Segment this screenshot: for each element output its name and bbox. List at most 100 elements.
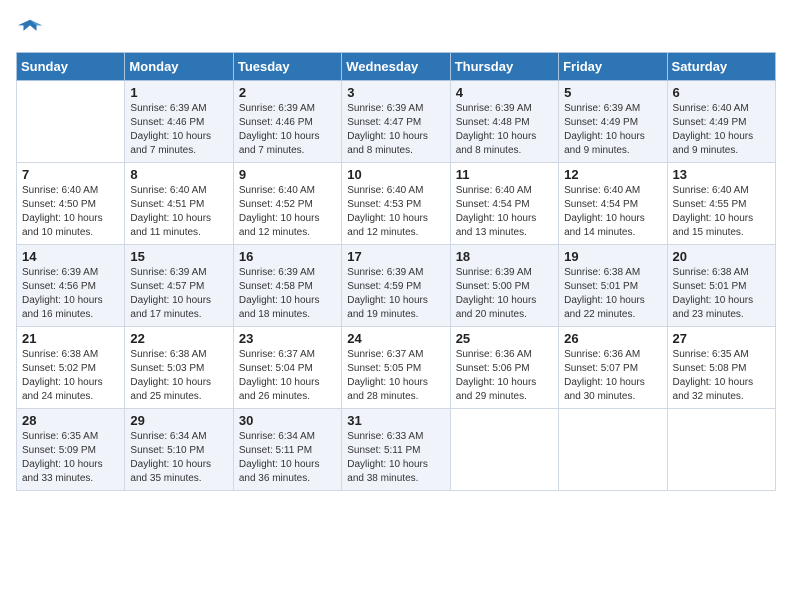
day-number: 31 [347, 413, 444, 428]
calendar-cell: 30 Sunrise: 6:34 AMSunset: 5:11 PMDayligh… [233, 409, 341, 491]
weekday-header-saturday: Saturday [667, 53, 775, 81]
day-info: Sunrise: 6:39 AMSunset: 4:58 PMDaylight:… [239, 266, 336, 322]
calendar-cell: 29Sunrise: 6:34 AMSunset: 5:10 PMDayligh… [125, 409, 233, 491]
calendar-cell: 18 Sunrise: 6:39 AMSunset: 5:00 PMDayligh… [450, 245, 558, 327]
weekday-header-thursday: Thursday [450, 53, 558, 81]
day-number: 5 [564, 85, 661, 100]
day-number: 26 [564, 331, 661, 346]
calendar-cell [450, 409, 558, 491]
calendar-cell: 24 Sunrise: 6:37 AMSunset: 5:05 PMDayligh… [342, 327, 450, 409]
weekday-header-tuesday: Tuesday [233, 53, 341, 81]
day-info: Sunrise: 6:39 AMSunset: 4:49 PMDaylight:… [564, 102, 661, 158]
day-number: 25 [456, 331, 553, 346]
day-info: Sunrise: 6:38 AMSunset: 5:01 PMDaylight:… [673, 266, 770, 322]
day-number: 11 [456, 167, 553, 182]
calendar-cell: 28 Sunrise: 6:35 AMSunset: 5:09 PMDayligh… [17, 409, 125, 491]
calendar-cell: 26 Sunrise: 6:36 AMSunset: 5:07 PMDayligh… [559, 327, 667, 409]
calendar-cell: 16 Sunrise: 6:39 AMSunset: 4:58 PMDayligh… [233, 245, 341, 327]
calendar-cell: 1 Sunrise: 6:39 AMSunset: 4:46 PMDaylight… [125, 81, 233, 163]
day-number: 1 [130, 85, 227, 100]
day-number: 6 [673, 85, 770, 100]
calendar-cell: 4Sunrise: 6:39 AMSunset: 4:48 PMDaylight… [450, 81, 558, 163]
calendar-cell: 21Sunrise: 6:38 AMSunset: 5:02 PMDayligh… [17, 327, 125, 409]
calendar-cell: 15 Sunrise: 6:39 AMSunset: 4:57 PMDayligh… [125, 245, 233, 327]
calendar-cell [667, 409, 775, 491]
calendar-cell: 23 Sunrise: 6:37 AMSunset: 5:04 PMDayligh… [233, 327, 341, 409]
weekday-header-friday: Friday [559, 53, 667, 81]
day-number: 20 [673, 249, 770, 264]
day-number: 23 [239, 331, 336, 346]
week-row-5: 28 Sunrise: 6:35 AMSunset: 5:09 PMDayligh… [17, 409, 776, 491]
day-info: Sunrise: 6:40 AMSunset: 4:51 PMDaylight:… [130, 184, 227, 240]
day-info: Sunrise: 6:39 AMSunset: 4:47 PMDaylight:… [347, 102, 444, 158]
day-info: Sunrise: 6:38 AMSunset: 5:03 PMDaylight:… [130, 348, 227, 404]
day-info: Sunrise: 6:39 AMSunset: 4:46 PMDaylight:… [239, 102, 336, 158]
day-info: Sunrise: 6:39 AMSunset: 4:46 PMDaylight:… [130, 102, 227, 158]
calendar-body: 1 Sunrise: 6:39 AMSunset: 4:46 PMDaylight… [17, 81, 776, 491]
day-info: Sunrise: 6:39 AMSunset: 4:57 PMDaylight:… [130, 266, 227, 322]
calendar-cell: 10Sunrise: 6:40 AMSunset: 4:53 PMDayligh… [342, 163, 450, 245]
calendar-cell: 6 Sunrise: 6:40 AMSunset: 4:49 PMDaylight… [667, 81, 775, 163]
day-info: Sunrise: 6:40 AMSunset: 4:54 PMDaylight:… [564, 184, 661, 240]
day-info: Sunrise: 6:33 AMSunset: 5:11 PMDaylight:… [347, 430, 444, 486]
day-info: Sunrise: 6:34 AMSunset: 5:11 PMDaylight:… [239, 430, 336, 486]
calendar-cell: 22 Sunrise: 6:38 AMSunset: 5:03 PMDayligh… [125, 327, 233, 409]
page-header [16, 16, 776, 44]
week-row-3: 14 Sunrise: 6:39 AMSunset: 4:56 PMDayligh… [17, 245, 776, 327]
calendar-header: SundayMondayTuesdayWednesdayThursdayFrid… [17, 53, 776, 81]
day-number: 30 [239, 413, 336, 428]
day-info: Sunrise: 6:36 AMSunset: 5:06 PMDaylight:… [456, 348, 553, 404]
calendar-cell: 5 Sunrise: 6:39 AMSunset: 4:49 PMDaylight… [559, 81, 667, 163]
day-info: Sunrise: 6:40 AMSunset: 4:49 PMDaylight:… [673, 102, 770, 158]
day-info: Sunrise: 6:37 AMSunset: 5:04 PMDaylight:… [239, 348, 336, 404]
calendar-cell: 3 Sunrise: 6:39 AMSunset: 4:47 PMDaylight… [342, 81, 450, 163]
day-number: 7 [22, 167, 119, 182]
day-info: Sunrise: 6:40 AMSunset: 4:53 PMDaylight:… [347, 184, 444, 240]
calendar-cell: 12Sunrise: 6:40 AMSunset: 4:54 PMDayligh… [559, 163, 667, 245]
day-info: Sunrise: 6:39 AMSunset: 5:00 PMDaylight:… [456, 266, 553, 322]
day-info: Sunrise: 6:35 AMSunset: 5:09 PMDaylight:… [22, 430, 119, 486]
day-info: Sunrise: 6:34 AMSunset: 5:10 PMDaylight:… [130, 430, 227, 486]
day-number: 21 [22, 331, 119, 346]
day-info: Sunrise: 6:40 AMSunset: 4:55 PMDaylight:… [673, 184, 770, 240]
day-number: 14 [22, 249, 119, 264]
week-row-2: 7 Sunrise: 6:40 AMSunset: 4:50 PMDaylight… [17, 163, 776, 245]
calendar-cell: 7 Sunrise: 6:40 AMSunset: 4:50 PMDaylight… [17, 163, 125, 245]
calendar-cell: 8 Sunrise: 6:40 AMSunset: 4:51 PMDaylight… [125, 163, 233, 245]
day-number: 16 [239, 249, 336, 264]
week-row-4: 21Sunrise: 6:38 AMSunset: 5:02 PMDayligh… [17, 327, 776, 409]
day-number: 13 [673, 167, 770, 182]
day-number: 22 [130, 331, 227, 346]
calendar-cell: 13 Sunrise: 6:40 AMSunset: 4:55 PMDayligh… [667, 163, 775, 245]
day-info: Sunrise: 6:35 AMSunset: 5:08 PMDaylight:… [673, 348, 770, 404]
calendar-cell [17, 81, 125, 163]
day-number: 28 [22, 413, 119, 428]
calendar-cell: 11 Sunrise: 6:40 AMSunset: 4:54 PMDayligh… [450, 163, 558, 245]
day-number: 15 [130, 249, 227, 264]
day-number: 3 [347, 85, 444, 100]
day-info: Sunrise: 6:39 AMSunset: 4:59 PMDaylight:… [347, 266, 444, 322]
day-number: 18 [456, 249, 553, 264]
calendar-cell: 31 Sunrise: 6:33 AMSunset: 5:11 PMDayligh… [342, 409, 450, 491]
calendar-cell: 25 Sunrise: 6:36 AMSunset: 5:06 PMDayligh… [450, 327, 558, 409]
day-info: Sunrise: 6:40 AMSunset: 4:54 PMDaylight:… [456, 184, 553, 240]
day-number: 24 [347, 331, 444, 346]
day-info: Sunrise: 6:36 AMSunset: 5:07 PMDaylight:… [564, 348, 661, 404]
logo [16, 16, 46, 44]
weekday-header-monday: Monday [125, 53, 233, 81]
calendar-cell [559, 409, 667, 491]
calendar-cell: 17Sunrise: 6:39 AMSunset: 4:59 PMDayligh… [342, 245, 450, 327]
calendar-cell: 19 Sunrise: 6:38 AMSunset: 5:01 PMDayligh… [559, 245, 667, 327]
calendar-cell: 2Sunrise: 6:39 AMSunset: 4:46 PMDaylight… [233, 81, 341, 163]
day-info: Sunrise: 6:40 AMSunset: 4:52 PMDaylight:… [239, 184, 336, 240]
day-number: 8 [130, 167, 227, 182]
weekday-header-sunday: Sunday [17, 53, 125, 81]
day-info: Sunrise: 6:38 AMSunset: 5:01 PMDaylight:… [564, 266, 661, 322]
day-info: Sunrise: 6:39 AMSunset: 4:56 PMDaylight:… [22, 266, 119, 322]
day-info: Sunrise: 6:37 AMSunset: 5:05 PMDaylight:… [347, 348, 444, 404]
day-info: Sunrise: 6:39 AMSunset: 4:48 PMDaylight:… [456, 102, 553, 158]
day-info: Sunrise: 6:40 AMSunset: 4:50 PMDaylight:… [22, 184, 119, 240]
day-number: 19 [564, 249, 661, 264]
calendar-cell: 20 Sunrise: 6:38 AMSunset: 5:01 PMDayligh… [667, 245, 775, 327]
day-number: 9 [239, 167, 336, 182]
